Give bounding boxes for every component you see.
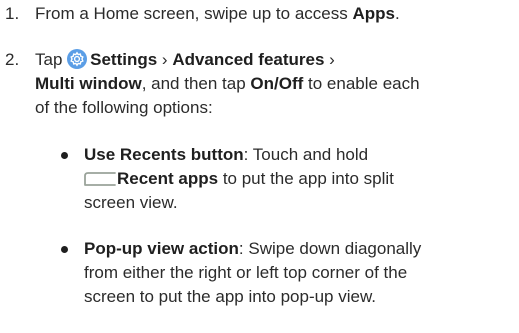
step-2-line-3: of the following options: — [35, 96, 213, 120]
recent-apps-label: Recent apps — [117, 169, 219, 188]
recent-apps-icon — [84, 172, 116, 186]
bullet-1-line-3: screen view. — [84, 191, 178, 215]
bullet-2-text-1: : Swipe down diagonally — [238, 239, 422, 258]
advanced-features-label: Advanced features — [172, 50, 325, 69]
settings-label: Settings — [90, 50, 158, 69]
step-1-suffix: . — [394, 4, 400, 23]
bullet-dot — [61, 152, 68, 159]
separator-1: › — [157, 50, 173, 69]
bullet-2-text-2: from either the right or left top corner… — [84, 263, 408, 282]
tap-text: Tap — [35, 50, 68, 69]
step-1-number: 1. — [5, 4, 20, 23]
settings-gear-icon — [67, 49, 88, 69]
separator-2: › — [324, 50, 335, 69]
bullet-2-line-1: Pop-up view action: Swipe down diagonall… — [84, 237, 421, 261]
step-2-mid: , and then tap — [141, 74, 251, 93]
bullet-1-line-1: Use Recents button: Touch and hold — [84, 143, 368, 167]
bullet-2-line-2: from either the right or left top corner… — [84, 261, 407, 285]
step-2-line-2: Multi window, and then tap On/Off to ena… — [35, 72, 420, 96]
bullet-1-text-3: screen view. — [84, 193, 178, 212]
step-2-rest-1: to enable each — [303, 74, 420, 93]
bullet-1-text-2: to put the app into split — [218, 169, 394, 188]
bullet-2-line-3: screen to put the app into pop-up view. — [84, 285, 376, 309]
instruction-document: 1. From a Home screen, swipe up to acces… — [0, 0, 519, 333]
step-1-text: From a Home screen, swipe up to access A… — [35, 2, 400, 26]
apps-label: Apps — [352, 4, 395, 23]
use-recents-title: Use Recents button — [84, 145, 244, 164]
step-2-number: 2. — [5, 50, 20, 69]
bullet-1-line-2: Recent apps to put the app into split — [84, 167, 394, 191]
step-2-line-1: Tap Settings › Advanced features › — [35, 48, 335, 72]
pop-up-view-title: Pop-up view action — [84, 239, 239, 258]
step-2-rest-2: of the following options: — [35, 98, 213, 117]
on-off-label: On/Off — [250, 74, 304, 93]
bullet-dot — [61, 246, 68, 253]
step-1-prefix: From a Home screen, swipe up to access — [35, 4, 353, 23]
bullet-1-text-1: : Touch and hold — [243, 145, 369, 164]
bullet-2-text-3: screen to put the app into pop-up view. — [84, 287, 377, 306]
multi-window-label: Multi window — [35, 74, 142, 93]
